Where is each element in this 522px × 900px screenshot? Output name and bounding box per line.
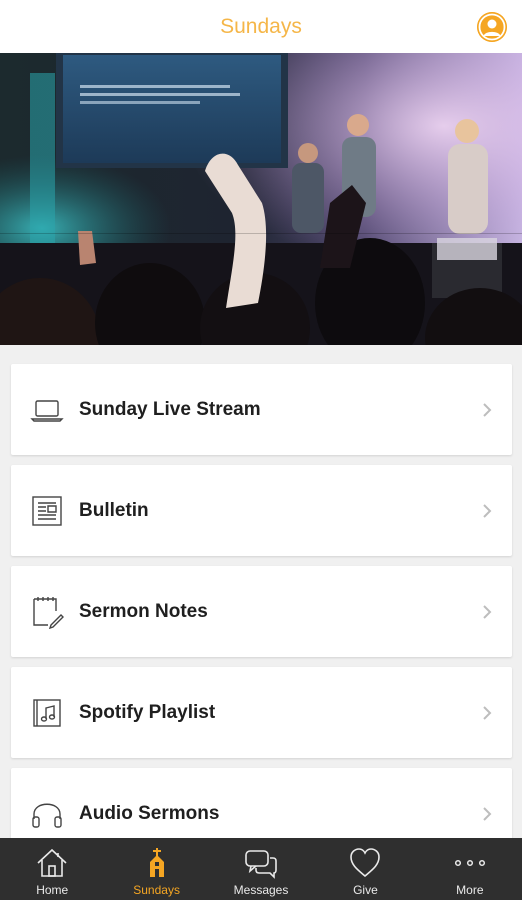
chevron-right-icon [479, 705, 495, 721]
tab-label: More [456, 883, 484, 897]
notepad-pencil-icon [30, 595, 64, 629]
menu-item-sermon-notes[interactable]: Sermon Notes [11, 566, 512, 657]
home-icon [35, 846, 69, 880]
hero-image [0, 53, 522, 345]
chat-bubbles-icon [244, 846, 278, 880]
menu-item-label: Sermon Notes [79, 600, 208, 622]
more-dots-icon [453, 846, 487, 880]
headphones-icon [30, 797, 64, 831]
tab-more[interactable]: More [418, 838, 522, 900]
app-screen: Sundays Sunday Live Stream Bulletin Serm… [0, 0, 522, 900]
tab-messages[interactable]: Messages [209, 838, 313, 900]
church-icon [140, 846, 174, 880]
tab-label: Home [36, 883, 69, 897]
tab-label: Give [353, 883, 378, 897]
tab-home[interactable]: Home [0, 838, 104, 900]
tab-give[interactable]: Give [313, 838, 417, 900]
heart-icon [348, 846, 382, 880]
menu-item-spotify-playlist[interactable]: Spotify Playlist [11, 667, 512, 758]
menu-item-label: Spotify Playlist [79, 701, 216, 723]
chevron-right-icon [479, 604, 495, 620]
tab-sundays[interactable]: Sundays [104, 838, 208, 900]
menu-item-label: Sunday Live Stream [79, 398, 261, 420]
chevron-right-icon [479, 402, 495, 418]
chevron-right-icon [479, 806, 495, 822]
menu-item-label: Bulletin [79, 499, 149, 521]
menu-item-bulletin[interactable]: Bulletin [11, 465, 512, 556]
menu-item-live-stream[interactable]: Sunday Live Stream [11, 364, 512, 455]
tab-label: Sundays [133, 883, 180, 897]
chevron-right-icon [479, 503, 495, 519]
menu-item-label: Audio Sermons [79, 802, 220, 824]
top-bar: Sundays [0, 0, 522, 53]
music-note-icon [30, 696, 64, 730]
user-avatar-icon[interactable] [477, 12, 507, 42]
menu-list: Sunday Live Stream Bulletin Sermon Notes… [11, 364, 512, 869]
page-title: Sundays [220, 14, 302, 38]
laptop-icon [30, 393, 64, 427]
document-icon [30, 494, 64, 528]
tab-label: Messages [233, 883, 289, 897]
bottom-tab-bar: Home Sundays Messages Give More [0, 838, 522, 900]
